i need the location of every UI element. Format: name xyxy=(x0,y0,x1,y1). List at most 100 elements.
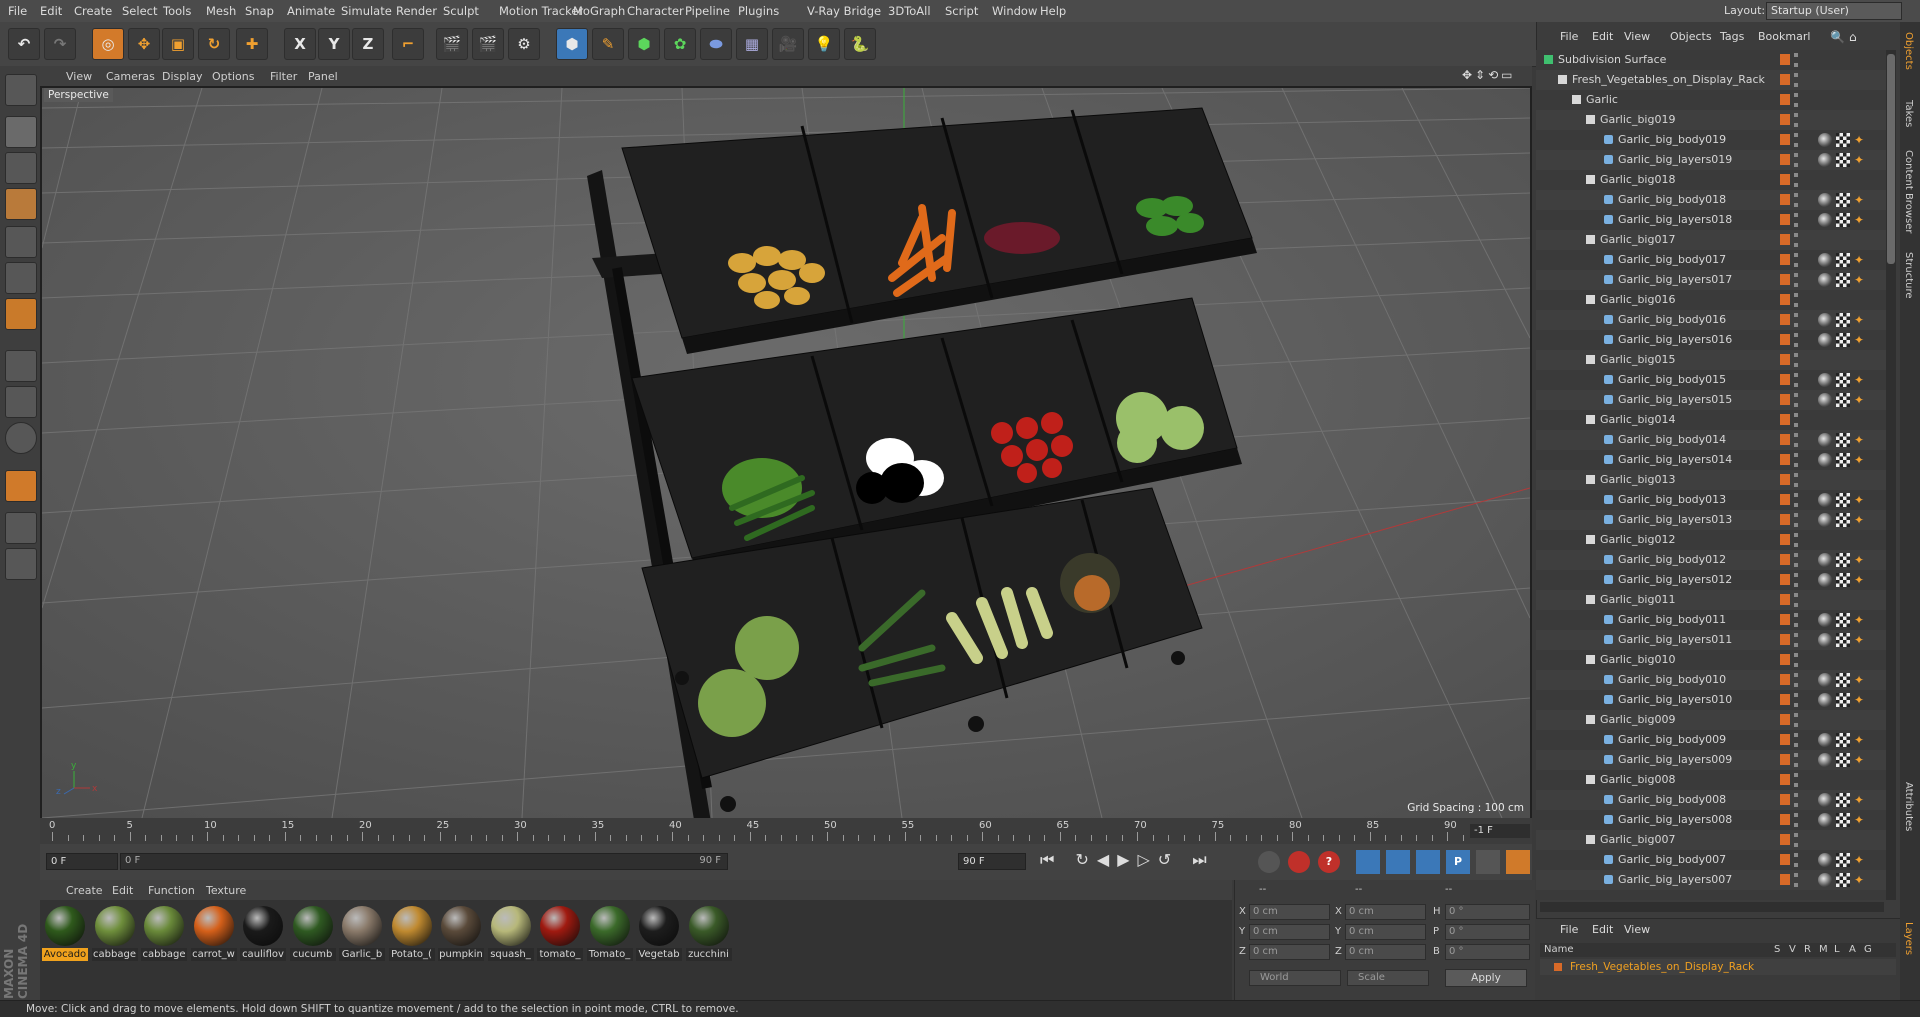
layer-color-tag[interactable] xyxy=(1780,454,1790,465)
material-swatch[interactable]: cabbage xyxy=(91,904,138,961)
visibility-dots-icon[interactable] xyxy=(1794,353,1798,367)
texture-tag-icon[interactable] xyxy=(1836,313,1850,327)
layer-color-tag[interactable] xyxy=(1780,574,1790,585)
layer-color-tag[interactable] xyxy=(1780,554,1790,565)
material-swatch[interactable]: Garlic_b xyxy=(339,904,385,961)
phong-tag-icon[interactable]: ✦ xyxy=(1854,813,1868,827)
object-row[interactable]: Subdivision Surface xyxy=(1536,50,1886,70)
object-row[interactable]: Garlic_big_layers007 ✦ xyxy=(1536,870,1886,890)
layer-color-tag[interactable] xyxy=(1780,234,1790,245)
playback-buttons[interactable]: ⏮ ↻◀▶▷↺ ⏭ xyxy=(1040,850,1215,870)
layer-color-tag[interactable] xyxy=(1780,54,1790,65)
light-icon[interactable]: 💡 xyxy=(808,28,840,60)
material-tag-icon[interactable] xyxy=(1818,133,1832,147)
material-swatch[interactable]: Vegetab xyxy=(636,904,682,961)
menu-motion-tracker[interactable]: Motion Tracker xyxy=(499,4,583,18)
phong-tag-icon[interactable]: ✦ xyxy=(1854,613,1868,627)
texture-tag-icon[interactable] xyxy=(1836,433,1850,447)
material-tag-icon[interactable] xyxy=(1818,373,1832,387)
object-row[interactable]: Garlic_big_layers011 ✦ xyxy=(1536,630,1886,650)
visibility-dots-icon[interactable] xyxy=(1794,53,1798,67)
menu-edit[interactable]: Edit xyxy=(40,4,62,18)
object-row[interactable]: Garlic_big013 xyxy=(1536,470,1886,490)
material-swatch[interactable]: zucchini xyxy=(685,904,732,961)
object-row[interactable]: Garlic_big010 xyxy=(1536,650,1886,670)
texture-tag-icon[interactable] xyxy=(1836,873,1850,887)
texture-tag-icon[interactable] xyxy=(1836,513,1850,527)
object-row[interactable]: Garlic_big_body013 ✦ xyxy=(1536,490,1886,510)
key-pla-icon[interactable] xyxy=(1476,850,1500,874)
make-editable-icon[interactable] xyxy=(5,74,37,106)
layer-color-tag[interactable] xyxy=(1780,354,1790,365)
visibility-dots-icon[interactable] xyxy=(1794,153,1798,167)
tab-layers[interactable]: Layers xyxy=(1903,922,1914,955)
tab-content-browser[interactable]: Content Browser xyxy=(1903,150,1914,233)
layer-color-tag[interactable] xyxy=(1780,734,1790,745)
visibility-dots-icon[interactable] xyxy=(1794,553,1798,567)
texture-tag-icon[interactable] xyxy=(1836,673,1850,687)
texture-mode-icon[interactable] xyxy=(5,152,37,184)
menu-tools[interactable]: Tools xyxy=(163,4,191,18)
texture-tag-icon[interactable] xyxy=(1836,393,1850,407)
tab-takes[interactable]: Takes xyxy=(1903,100,1914,127)
menu-v-ray-bridge[interactable]: V-Ray Bridge xyxy=(807,4,881,18)
texture-tag-icon[interactable] xyxy=(1836,373,1850,387)
object-row[interactable]: Garlic_big019 xyxy=(1536,110,1886,130)
object-row[interactable]: Garlic_big014 xyxy=(1536,410,1886,430)
undo-icon[interactable]: ↶ xyxy=(8,28,40,60)
object-row[interactable]: Garlic_big_body019 ✦ xyxy=(1536,130,1886,150)
menu-plugins[interactable]: Plugins xyxy=(738,4,779,18)
camera-label[interactable]: Perspective xyxy=(44,88,113,102)
layer-color-tag[interactable] xyxy=(1780,754,1790,765)
visibility-dots-icon[interactable] xyxy=(1794,173,1798,187)
visibility-dots-icon[interactable] xyxy=(1794,533,1798,547)
menu-create[interactable]: Create xyxy=(74,4,112,18)
phong-tag-icon[interactable]: ✦ xyxy=(1854,853,1868,867)
edges-mode-icon[interactable] xyxy=(5,262,37,294)
menu-select[interactable]: Select xyxy=(122,4,157,18)
material-tag-icon[interactable] xyxy=(1818,433,1832,447)
tab-objects[interactable]: Objects xyxy=(1903,32,1914,70)
visibility-dots-icon[interactable] xyxy=(1794,813,1798,827)
magnet-icon[interactable] xyxy=(5,470,37,502)
visibility-dots-icon[interactable] xyxy=(1794,753,1798,767)
object-row[interactable]: Garlic_big017 xyxy=(1536,230,1886,250)
phong-tag-icon[interactable]: ✦ xyxy=(1854,673,1868,687)
layout-select[interactable]: Startup (User) xyxy=(1766,2,1902,20)
rotation-field[interactable]: 0 ° xyxy=(1445,904,1530,920)
menu-character[interactable]: Character xyxy=(627,4,684,18)
visibility-dots-icon[interactable] xyxy=(1794,873,1798,887)
visibility-dots-icon[interactable] xyxy=(1794,393,1798,407)
layer-color-tag[interactable] xyxy=(1780,434,1790,445)
visibility-dots-icon[interactable] xyxy=(1794,93,1798,107)
material-swatch[interactable]: tomato_ xyxy=(537,904,583,961)
visibility-dots-icon[interactable] xyxy=(1794,493,1798,507)
viewport-menu-cameras[interactable]: Cameras xyxy=(106,70,155,83)
phong-tag-icon[interactable]: ✦ xyxy=(1854,333,1868,347)
phong-tag-icon[interactable]: ✦ xyxy=(1854,273,1868,287)
object-row[interactable]: Garlic_big_body011 ✦ xyxy=(1536,610,1886,630)
phong-tag-icon[interactable]: ✦ xyxy=(1854,513,1868,527)
layer-color-tag[interactable] xyxy=(1780,254,1790,265)
menu-mograph[interactable]: MoGraph xyxy=(573,4,625,18)
layer-row[interactable]: Fresh_Vegetables_on_Display_Rack xyxy=(1540,959,1896,975)
phong-tag-icon[interactable]: ✦ xyxy=(1854,693,1868,707)
record-auto-key-icon[interactable] xyxy=(1258,851,1280,873)
phong-tag-icon[interactable]: ✦ xyxy=(1854,493,1868,507)
material-tag-icon[interactable] xyxy=(1818,213,1832,227)
object-row[interactable]: Garlic_big_body016 ✦ xyxy=(1536,310,1886,330)
object-row[interactable]: Garlic xyxy=(1536,90,1886,110)
object-menu-edit[interactable]: Edit xyxy=(1592,30,1613,43)
points-mode-icon[interactable] xyxy=(5,226,37,258)
material-tag-icon[interactable] xyxy=(1818,873,1832,887)
coordinate-system-icon[interactable]: ⌐ xyxy=(392,28,424,60)
layer-color-tag[interactable] xyxy=(1780,854,1790,865)
record-active-icon[interactable] xyxy=(1288,851,1310,873)
object-row[interactable]: Garlic_big_body008 ✦ xyxy=(1536,790,1886,810)
layer-color-tag[interactable] xyxy=(1780,214,1790,225)
visibility-dots-icon[interactable] xyxy=(1794,673,1798,687)
viewport-menu-panel[interactable]: Panel xyxy=(308,70,338,83)
phong-tag-icon[interactable]: ✦ xyxy=(1854,553,1868,567)
layer-color-tag[interactable] xyxy=(1780,634,1790,645)
rotation-field[interactable]: 0 ° xyxy=(1445,944,1530,960)
